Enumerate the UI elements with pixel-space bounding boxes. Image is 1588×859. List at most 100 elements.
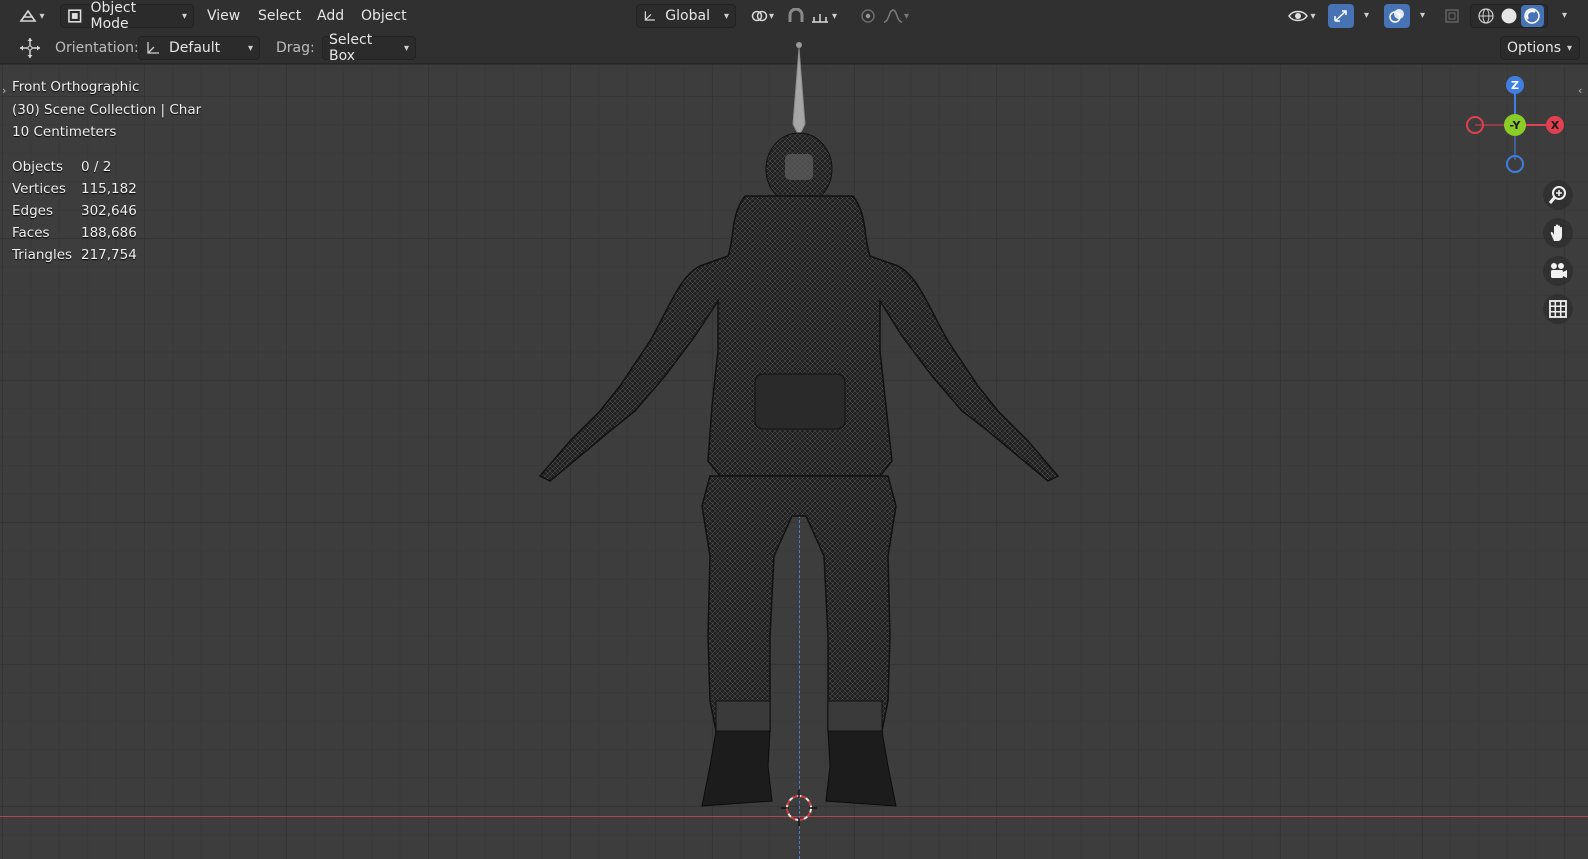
zoom-icon — [1548, 186, 1566, 204]
chevron-down-icon: ▾ — [39, 10, 45, 22]
jacket-pouch — [754, 373, 846, 430]
collection-label: (30) Scene Collection | Char — [12, 101, 202, 118]
chevron-down-icon: ▾ — [832, 10, 838, 22]
menu-add[interactable]: Add — [310, 4, 351, 28]
stat-value: 217,754 — [81, 247, 137, 263]
character-right-boot — [825, 730, 897, 807]
scene-statistics: Objects 0 / 2 Vertices 115,182 Edges 302,64… — [12, 156, 137, 266]
orientation-value: Default — [169, 40, 221, 56]
falloff-curve-icon — [883, 9, 903, 23]
active-tool-button[interactable] — [16, 36, 44, 60]
zoom-button[interactable] — [1543, 180, 1573, 210]
camera-view-icon — [1551, 263, 1567, 278]
wireframe-shading-button[interactable] — [1474, 7, 1497, 25]
orientation-axis-icon — [147, 42, 159, 54]
stat-value: 302,646 — [81, 203, 137, 219]
snap-magnet-icon — [788, 8, 804, 22]
stat-key: Objects — [12, 159, 64, 175]
gizmo-toggle-icon — [1334, 10, 1347, 22]
solid-shading-icon — [1501, 8, 1517, 24]
snap-group[interactable]: ▾ — [786, 4, 848, 28]
stat-key: Edges — [12, 203, 54, 219]
viewport-header: ▾ Object Mode ▾ View Select Add Object G… — [0, 0, 1588, 32]
gizmo-neg-x-axis[interactable] — [1466, 116, 1484, 134]
drag-value: Select Box — [329, 32, 373, 64]
stat-row: Triangles 217,754 — [12, 244, 137, 266]
gizmo-toggle-button[interactable] — [1328, 4, 1354, 28]
material-shading-button[interactable] — [1520, 5, 1544, 27]
character-torso — [538, 195, 1060, 482]
menu-object[interactable]: Object — [354, 4, 414, 28]
chevron-down-icon: ▾ — [181, 10, 187, 22]
options-label: Options — [1507, 40, 1562, 56]
transform-orientation-label: Global — [665, 8, 710, 24]
chevron-down-icon[interactable]: ▾ — [1364, 10, 1369, 21]
chevron-down-icon[interactable]: ▾ — [1420, 10, 1425, 21]
viewport-info-overlay: Front Orthographic (30) Scene Collection… — [12, 76, 201, 144]
mode-label: Object Mode — [90, 0, 137, 32]
ortho-grid-icon — [1549, 300, 1567, 318]
mode-dropdown[interactable]: Object Mode ▾ — [60, 0, 194, 32]
drag-dropdown[interactable]: Select Box ▾ — [322, 32, 416, 64]
editor-type-button[interactable]: ▾ — [14, 4, 50, 28]
orientation-dropdown[interactable]: Default ▾ — [138, 36, 260, 60]
stat-value: 0 / 2 — [81, 159, 112, 175]
chevron-down-icon: ▾ — [768, 10, 775, 22]
material-shading-icon — [1524, 8, 1541, 24]
stat-value: 115,182 — [81, 181, 137, 197]
navigation-gizmo[interactable]: Z -Y X — [1453, 72, 1564, 182]
chevron-down-icon[interactable]: ▾ — [1562, 10, 1567, 21]
move-tool-icon — [20, 38, 40, 58]
pan-button[interactable] — [1543, 218, 1573, 248]
character-left-boot — [701, 730, 773, 807]
stat-key: Vertices — [12, 181, 66, 197]
gizmo-z-axis[interactable]: Z — [1506, 76, 1524, 94]
stat-row: Objects 0 / 2 — [12, 156, 137, 178]
grid-scale: 10 Centimeters — [12, 124, 117, 140]
stat-key: Faces — [12, 225, 50, 241]
toolbar-expand-icon[interactable]: › — [2, 84, 6, 97]
ortho-toggle-button[interactable] — [1543, 294, 1573, 324]
stat-row: Edges 302,646 — [12, 200, 137, 222]
stat-value: 188,686 — [81, 225, 137, 241]
snap-increment-icon — [812, 14, 828, 23]
chevron-down-icon: ▾ — [247, 42, 253, 54]
visibility-eye-icon — [1288, 10, 1309, 22]
menu-view[interactable]: View — [200, 4, 247, 28]
gizmo-x-axis[interactable]: X — [1546, 116, 1564, 134]
pivot-point-icon — [751, 10, 768, 22]
orientation-label: Orientation: — [55, 40, 139, 56]
gizmo-neg-z-axis[interactable] — [1506, 155, 1524, 173]
character-legs — [701, 475, 897, 732]
sidebar-expand-icon[interactable]: ‹ — [1578, 84, 1582, 97]
armature-bone[interactable] — [792, 42, 806, 138]
stat-key: Triangles — [12, 247, 73, 263]
chevron-down-icon: ▾ — [1310, 10, 1316, 22]
pivot-point-button[interactable]: ▾ — [744, 4, 780, 28]
overlay-toggle-button[interactable] — [1384, 4, 1410, 28]
wireframe-shading-icon — [1478, 8, 1494, 24]
overlay-toggle-icon — [1389, 9, 1404, 23]
solid-shading-button[interactable] — [1497, 7, 1520, 25]
chevron-down-icon: ▾ — [723, 10, 729, 22]
transform-orientation-dropdown[interactable]: Global ▾ — [636, 4, 736, 28]
chevron-down-icon: ▾ — [1567, 42, 1573, 54]
chevron-down-icon: ▾ — [403, 42, 409, 54]
drag-label: Drag: — [276, 40, 315, 56]
transform-orientation-icon — [644, 11, 655, 21]
chevron-down-icon: ▾ — [904, 10, 910, 22]
proportional-edit-group[interactable]: ▾ — [858, 4, 920, 28]
character-mesh[interactable] — [530, 36, 1070, 836]
options-dropdown[interactable]: Options ▾ — [1500, 36, 1580, 60]
shading-modes — [1470, 4, 1548, 28]
visibility-button[interactable]: ▾ — [1284, 4, 1320, 28]
menu-select[interactable]: Select — [251, 4, 308, 28]
xray-icon — [1445, 9, 1459, 23]
3d-cursor[interactable] — [781, 790, 817, 826]
gizmo-neg-y-axis[interactable]: -Y — [1504, 114, 1526, 136]
pan-hand-icon — [1550, 224, 1562, 241]
xray-button[interactable] — [1440, 4, 1464, 28]
camera-view-button[interactable] — [1543, 256, 1573, 286]
proportional-edit-icon — [861, 9, 875, 23]
stat-row: Vertices 115,182 — [12, 178, 137, 200]
